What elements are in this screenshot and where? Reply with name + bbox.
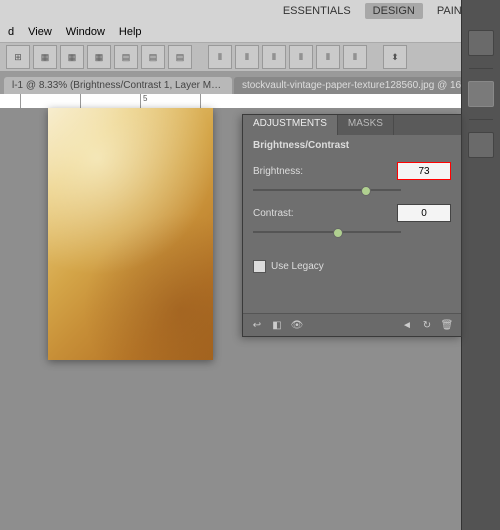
workspace-design[interactable]: DESIGN [365, 3, 423, 19]
brightness-label: Brightness: [253, 166, 323, 177]
eye-icon[interactable]: 👁 [289, 318, 305, 332]
adjustments-icon[interactable] [468, 81, 494, 107]
distribute-h-icon[interactable]: ⦀ [208, 45, 232, 69]
align-center-icon[interactable]: ▦ [60, 45, 84, 69]
arrange-icon[interactable]: ⬍ [383, 45, 407, 69]
tab-active-label: l-1 @ 8.33% (Brightness/Contrast 1, Laye… [12, 80, 232, 91]
menu-view[interactable]: View [28, 26, 52, 38]
legacy-label: Use Legacy [271, 261, 324, 272]
align-top-icon[interactable]: ▤ [114, 45, 138, 69]
distribute3-icon[interactable]: ⦀ [316, 45, 340, 69]
align-mid-icon[interactable]: ▤ [141, 45, 165, 69]
menu-help[interactable]: Help [119, 26, 142, 38]
panel-footer: ↩ ◧ 👁 ◄ ↻ 🗑 [243, 313, 461, 336]
brightness-input[interactable] [397, 162, 451, 180]
distribute-v-icon[interactable]: ⦀ [235, 45, 259, 69]
dock-right [461, 0, 500, 530]
adjustments-panel: ADJUSTMENTS MASKS Brightness/Contrast Br… [242, 114, 462, 337]
align-bot-icon[interactable]: ▤ [168, 45, 192, 69]
histogram-icon[interactable] [468, 30, 494, 56]
panel-tabs: ADJUSTMENTS MASKS [243, 115, 461, 135]
panel-title: Brightness/Contrast [243, 135, 461, 156]
tab-inactive[interactable]: stockvault-vintage-paper-texture128560.j… [234, 77, 496, 94]
distribute2-icon[interactable]: ⦀ [289, 45, 313, 69]
checkbox-box [253, 260, 266, 273]
tab-masks[interactable]: MASKS [338, 115, 394, 135]
document-canvas[interactable] [48, 108, 213, 360]
brightness-slider[interactable] [253, 184, 451, 196]
trash-icon[interactable]: 🗑 [439, 318, 455, 332]
prev-icon[interactable]: ◄ [399, 318, 415, 332]
legacy-checkbox[interactable]: Use Legacy [253, 260, 451, 273]
options-bar: ⊞ ▦ ▦ ▦ ▤ ▤ ▤ ⦀ ⦀ ⦀ ⦀ ⦀ ⦀ ⬍ [0, 43, 500, 72]
distribute4-icon[interactable]: ⦀ [343, 45, 367, 69]
align-left-icon[interactable]: ▦ [33, 45, 57, 69]
menu-bar: d View Window Help [0, 22, 500, 43]
workspace-essentials[interactable]: ESSENTIALS [283, 5, 351, 17]
reset-icon[interactable]: ↻ [419, 318, 435, 332]
distribute-icon[interactable]: ⦀ [262, 45, 286, 69]
tab-active[interactable]: l-1 @ 8.33% (Brightness/Contrast 1, Laye… [4, 77, 232, 94]
align-right-icon[interactable]: ▦ [87, 45, 111, 69]
contrast-input[interactable] [397, 204, 451, 222]
layers-icon[interactable] [468, 132, 494, 158]
contrast-label: Contrast: [253, 208, 323, 219]
tool-icon[interactable]: ⊞ [6, 45, 30, 69]
tab-adjustments[interactable]: ADJUSTMENTS [243, 115, 338, 135]
workspace-switcher: ESSENTIALS DESIGN PAINTING [0, 0, 500, 22]
contrast-slider[interactable] [253, 226, 451, 238]
menu-d[interactable]: d [8, 26, 14, 38]
document-tabs: l-1 @ 8.33% (Brightness/Contrast 1, Laye… [0, 72, 500, 94]
menu-window[interactable]: Window [66, 26, 105, 38]
tab-inactive-label: stockvault-vintage-paper-texture128560.j… [242, 80, 496, 91]
clip-icon[interactable]: ◧ [269, 318, 285, 332]
return-icon[interactable]: ↩ [249, 318, 265, 332]
